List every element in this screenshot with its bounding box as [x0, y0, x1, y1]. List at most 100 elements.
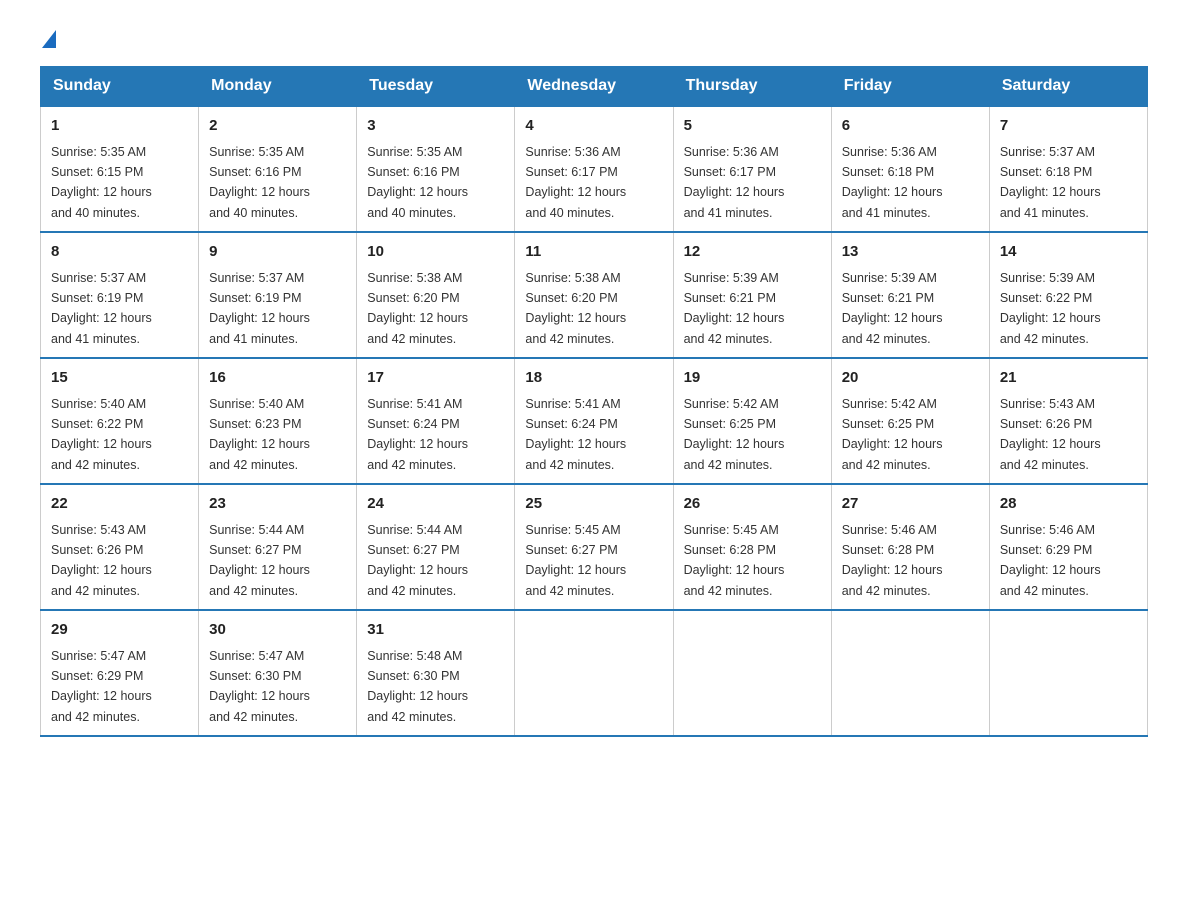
day-info: Sunrise: 5:47 AMSunset: 6:29 PMDaylight:… [51, 649, 152, 724]
calendar-cell: 21 Sunrise: 5:43 AMSunset: 6:26 PMDaylig… [989, 358, 1147, 484]
day-number: 8 [51, 241, 188, 264]
day-number: 21 [1000, 367, 1137, 390]
day-number: 22 [51, 493, 188, 516]
calendar-week-row: 22 Sunrise: 5:43 AMSunset: 6:26 PMDaylig… [41, 484, 1148, 610]
day-number: 23 [209, 493, 346, 516]
calendar-cell: 4 Sunrise: 5:36 AMSunset: 6:17 PMDayligh… [515, 106, 673, 232]
day-info: Sunrise: 5:44 AMSunset: 6:27 PMDaylight:… [209, 523, 310, 598]
day-number: 1 [51, 115, 188, 138]
header-area [40, 30, 1148, 50]
calendar-cell: 30 Sunrise: 5:47 AMSunset: 6:30 PMDaylig… [199, 610, 357, 736]
calendar-cell: 28 Sunrise: 5:46 AMSunset: 6:29 PMDaylig… [989, 484, 1147, 610]
day-number: 17 [367, 367, 504, 390]
calendar-cell: 10 Sunrise: 5:38 AMSunset: 6:20 PMDaylig… [357, 232, 515, 358]
calendar-header-thursday: Thursday [673, 67, 831, 107]
day-info: Sunrise: 5:39 AMSunset: 6:22 PMDaylight:… [1000, 271, 1101, 346]
calendar-cell: 1 Sunrise: 5:35 AMSunset: 6:15 PMDayligh… [41, 106, 199, 232]
day-info: Sunrise: 5:41 AMSunset: 6:24 PMDaylight:… [367, 397, 468, 472]
calendar-week-row: 29 Sunrise: 5:47 AMSunset: 6:29 PMDaylig… [41, 610, 1148, 736]
day-number: 10 [367, 241, 504, 264]
calendar-header-monday: Monday [199, 67, 357, 107]
day-info: Sunrise: 5:35 AMSunset: 6:15 PMDaylight:… [51, 145, 152, 220]
day-info: Sunrise: 5:35 AMSunset: 6:16 PMDaylight:… [209, 145, 310, 220]
day-number: 9 [209, 241, 346, 264]
calendar-header-wednesday: Wednesday [515, 67, 673, 107]
calendar-cell: 23 Sunrise: 5:44 AMSunset: 6:27 PMDaylig… [199, 484, 357, 610]
day-number: 31 [367, 619, 504, 642]
calendar-cell [989, 610, 1147, 736]
day-number: 30 [209, 619, 346, 642]
day-info: Sunrise: 5:39 AMSunset: 6:21 PMDaylight:… [684, 271, 785, 346]
day-info: Sunrise: 5:47 AMSunset: 6:30 PMDaylight:… [209, 649, 310, 724]
day-number: 15 [51, 367, 188, 390]
calendar-cell: 24 Sunrise: 5:44 AMSunset: 6:27 PMDaylig… [357, 484, 515, 610]
day-number: 19 [684, 367, 821, 390]
calendar-cell: 6 Sunrise: 5:36 AMSunset: 6:18 PMDayligh… [831, 106, 989, 232]
day-number: 11 [525, 241, 662, 264]
calendar-cell: 5 Sunrise: 5:36 AMSunset: 6:17 PMDayligh… [673, 106, 831, 232]
calendar-cell: 7 Sunrise: 5:37 AMSunset: 6:18 PMDayligh… [989, 106, 1147, 232]
day-info: Sunrise: 5:40 AMSunset: 6:22 PMDaylight:… [51, 397, 152, 472]
calendar-week-row: 15 Sunrise: 5:40 AMSunset: 6:22 PMDaylig… [41, 358, 1148, 484]
day-info: Sunrise: 5:45 AMSunset: 6:27 PMDaylight:… [525, 523, 626, 598]
day-number: 25 [525, 493, 662, 516]
calendar-week-row: 8 Sunrise: 5:37 AMSunset: 6:19 PMDayligh… [41, 232, 1148, 358]
calendar-week-row: 1 Sunrise: 5:35 AMSunset: 6:15 PMDayligh… [41, 106, 1148, 232]
day-number: 6 [842, 115, 979, 138]
day-info: Sunrise: 5:44 AMSunset: 6:27 PMDaylight:… [367, 523, 468, 598]
logo [40, 30, 56, 50]
day-info: Sunrise: 5:36 AMSunset: 6:18 PMDaylight:… [842, 145, 943, 220]
day-number: 4 [525, 115, 662, 138]
day-info: Sunrise: 5:40 AMSunset: 6:23 PMDaylight:… [209, 397, 310, 472]
calendar-header-tuesday: Tuesday [357, 67, 515, 107]
day-number: 18 [525, 367, 662, 390]
day-info: Sunrise: 5:45 AMSunset: 6:28 PMDaylight:… [684, 523, 785, 598]
day-info: Sunrise: 5:48 AMSunset: 6:30 PMDaylight:… [367, 649, 468, 724]
calendar-cell: 16 Sunrise: 5:40 AMSunset: 6:23 PMDaylig… [199, 358, 357, 484]
calendar-cell: 2 Sunrise: 5:35 AMSunset: 6:16 PMDayligh… [199, 106, 357, 232]
day-number: 14 [1000, 241, 1137, 264]
calendar-table: SundayMondayTuesdayWednesdayThursdayFrid… [40, 66, 1148, 737]
calendar-cell: 17 Sunrise: 5:41 AMSunset: 6:24 PMDaylig… [357, 358, 515, 484]
day-number: 3 [367, 115, 504, 138]
day-info: Sunrise: 5:38 AMSunset: 6:20 PMDaylight:… [367, 271, 468, 346]
day-number: 26 [684, 493, 821, 516]
day-info: Sunrise: 5:38 AMSunset: 6:20 PMDaylight:… [525, 271, 626, 346]
calendar-cell: 9 Sunrise: 5:37 AMSunset: 6:19 PMDayligh… [199, 232, 357, 358]
logo-triangle-icon [42, 30, 56, 48]
logo-text [40, 30, 56, 50]
calendar-header-friday: Friday [831, 67, 989, 107]
day-info: Sunrise: 5:36 AMSunset: 6:17 PMDaylight:… [525, 145, 626, 220]
calendar-cell: 15 Sunrise: 5:40 AMSunset: 6:22 PMDaylig… [41, 358, 199, 484]
calendar-cell: 14 Sunrise: 5:39 AMSunset: 6:22 PMDaylig… [989, 232, 1147, 358]
calendar-header-saturday: Saturday [989, 67, 1147, 107]
calendar-cell: 19 Sunrise: 5:42 AMSunset: 6:25 PMDaylig… [673, 358, 831, 484]
day-info: Sunrise: 5:35 AMSunset: 6:16 PMDaylight:… [367, 145, 468, 220]
day-info: Sunrise: 5:37 AMSunset: 6:19 PMDaylight:… [209, 271, 310, 346]
day-number: 29 [51, 619, 188, 642]
calendar-cell: 27 Sunrise: 5:46 AMSunset: 6:28 PMDaylig… [831, 484, 989, 610]
calendar-cell: 13 Sunrise: 5:39 AMSunset: 6:21 PMDaylig… [831, 232, 989, 358]
calendar-cell: 8 Sunrise: 5:37 AMSunset: 6:19 PMDayligh… [41, 232, 199, 358]
day-info: Sunrise: 5:41 AMSunset: 6:24 PMDaylight:… [525, 397, 626, 472]
calendar-cell: 29 Sunrise: 5:47 AMSunset: 6:29 PMDaylig… [41, 610, 199, 736]
day-info: Sunrise: 5:42 AMSunset: 6:25 PMDaylight:… [842, 397, 943, 472]
calendar-cell: 25 Sunrise: 5:45 AMSunset: 6:27 PMDaylig… [515, 484, 673, 610]
calendar-cell: 3 Sunrise: 5:35 AMSunset: 6:16 PMDayligh… [357, 106, 515, 232]
day-number: 20 [842, 367, 979, 390]
day-info: Sunrise: 5:46 AMSunset: 6:29 PMDaylight:… [1000, 523, 1101, 598]
day-info: Sunrise: 5:37 AMSunset: 6:18 PMDaylight:… [1000, 145, 1101, 220]
day-number: 16 [209, 367, 346, 390]
calendar-cell: 11 Sunrise: 5:38 AMSunset: 6:20 PMDaylig… [515, 232, 673, 358]
calendar-cell: 22 Sunrise: 5:43 AMSunset: 6:26 PMDaylig… [41, 484, 199, 610]
day-number: 7 [1000, 115, 1137, 138]
calendar-cell [831, 610, 989, 736]
day-info: Sunrise: 5:43 AMSunset: 6:26 PMDaylight:… [1000, 397, 1101, 472]
day-number: 28 [1000, 493, 1137, 516]
day-info: Sunrise: 5:46 AMSunset: 6:28 PMDaylight:… [842, 523, 943, 598]
calendar-header-sunday: Sunday [41, 67, 199, 107]
day-info: Sunrise: 5:36 AMSunset: 6:17 PMDaylight:… [684, 145, 785, 220]
calendar-cell: 31 Sunrise: 5:48 AMSunset: 6:30 PMDaylig… [357, 610, 515, 736]
calendar-header-row: SundayMondayTuesdayWednesdayThursdayFrid… [41, 67, 1148, 107]
calendar-cell: 12 Sunrise: 5:39 AMSunset: 6:21 PMDaylig… [673, 232, 831, 358]
